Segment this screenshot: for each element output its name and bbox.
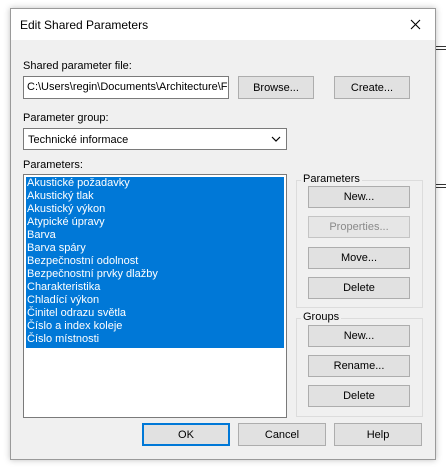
shared-file-path-field[interactable]: C:\Users\regin\Documents\Architecture\F [23,76,229,99]
rename-group-button[interactable]: Rename... [308,355,410,377]
list-item[interactable]: Barva [26,229,284,242]
list-item[interactable]: Bezpečnostní odolnost [26,255,284,268]
list-item[interactable]: Barva spáry [26,242,284,255]
list-item[interactable]: Číslo a index koleje [26,320,284,333]
list-item[interactable]: Akustické požadavky [26,177,284,190]
browse-button[interactable]: Browse... [238,76,314,99]
title-bar: Edit Shared Parameters [11,9,435,40]
dialog-title: Edit Shared Parameters [20,18,149,32]
new-parameter-button[interactable]: New... [308,186,410,208]
move-button[interactable]: Move... [308,247,410,269]
edit-shared-parameters-dialog: Edit Shared Parameters Shared parameter … [10,8,436,460]
create-button[interactable]: Create... [334,76,410,99]
cancel-button[interactable]: Cancel [238,423,326,446]
selection-highlight: Akustické požadavky Akustický tlak Akust… [26,177,284,348]
parameter-group-dropdown[interactable]: Technické informace [23,128,287,150]
list-item[interactable]: Chladící výkon [26,294,284,307]
new-group-button[interactable]: New... [308,325,410,347]
close-icon [410,19,420,30]
parameter-group-label: Parameter group: [23,112,109,124]
shared-file-label: Shared parameter file: [23,60,132,72]
close-button[interactable] [395,9,435,40]
chevron-down-icon [271,136,281,142]
list-item[interactable]: Charakteristika [26,281,284,294]
list-item[interactable]: Atypické úpravy [26,216,284,229]
parameters-groupbox-title: Parameters [301,173,362,185]
list-item[interactable]: Číslo místnosti [26,333,284,346]
groups-groupbox-title: Groups [301,311,342,323]
list-item[interactable]: Akustický tlak [26,190,284,203]
list-item[interactable]: Akustický výkon [26,203,284,216]
delete-group-button[interactable]: Delete [308,385,410,407]
list-item[interactable]: Bezpečnostní prvky dlažby [26,268,284,281]
parameters-listbox[interactable]: Akustické požadavky Akustický tlak Akust… [23,174,287,418]
help-button[interactable]: Help [334,423,422,446]
ok-button[interactable]: OK [142,423,230,446]
list-item[interactable]: Činitel odrazu světla [26,307,284,320]
properties-button[interactable]: Properties... [308,216,410,238]
parameters-label: Parameters: [23,159,83,171]
delete-parameter-button[interactable]: Delete [308,277,410,299]
parameter-group-value: Technické informace [28,134,129,146]
